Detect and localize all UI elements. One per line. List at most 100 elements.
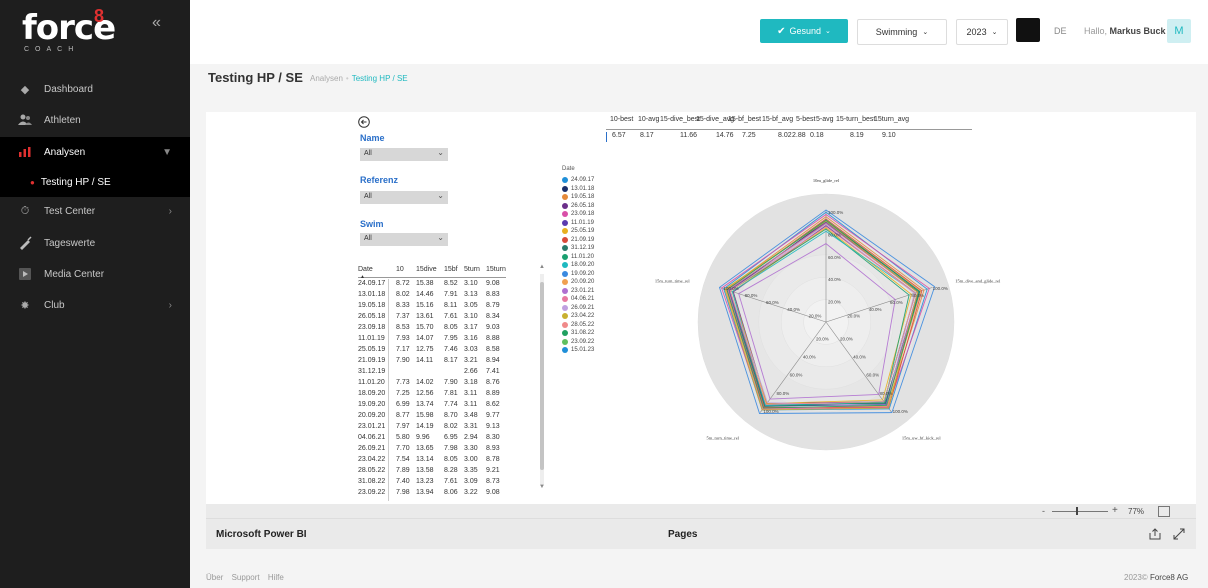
metric-header[interactable]: 15-bf_avg: [762, 116, 793, 123]
fit-to-page-icon[interactable]: [1158, 506, 1170, 517]
legend-item[interactable]: 26.09.21: [562, 304, 594, 311]
year-select[interactable]: 2023 ⌄: [956, 19, 1008, 45]
filter-swim-label: Swim: [360, 219, 384, 229]
table-header-cell[interactable]: Date: [358, 266, 373, 273]
table-cell: 14.07: [416, 335, 434, 342]
legend-item[interactable]: 21.09.19: [562, 236, 595, 243]
legend-dot-icon: [562, 202, 568, 209]
sport-select[interactable]: Swimming ⌄: [857, 19, 947, 45]
table-cell: 8.05: [444, 456, 458, 463]
legend-item[interactable]: 11.01.19: [562, 219, 594, 226]
legend-item[interactable]: 25.05.19: [562, 228, 594, 234]
sidebar-item-club[interactable]: ✸ Club ›: [0, 290, 190, 320]
avatar[interactable]: M: [1167, 19, 1191, 43]
table-cell: 13.65: [416, 445, 434, 452]
legend-item[interactable]: 31.12.19: [562, 245, 594, 251]
legend-item[interactable]: 23.04.22: [562, 313, 594, 319]
legend-label: 23.09.22: [571, 338, 595, 345]
legend-item[interactable]: 31.08.22: [562, 330, 594, 336]
table-scrollbar-thumb[interactable]: [540, 282, 544, 470]
legend-item[interactable]: 24.09.17: [562, 177, 594, 183]
gear-icon: ✸: [20, 299, 30, 312]
language-switch[interactable]: DE: [1054, 26, 1067, 36]
table-header-cell[interactable]: 5turn: [464, 266, 480, 273]
table-cell: 9.13: [486, 423, 500, 430]
table-column-divider: [388, 279, 389, 501]
table-cell: 2.66: [464, 368, 478, 375]
scroll-up-icon[interactable]: ▲: [539, 264, 545, 270]
table-row-date: 23.09.18: [358, 324, 386, 331]
legend-item[interactable]: 11.01.20: [562, 253, 594, 260]
sidebar-item-test-center[interactable]: ⏱ Test Center ›: [0, 196, 190, 226]
legend-item[interactable]: 23.01.21: [562, 287, 594, 294]
metric-header[interactable]: 15-bf_best: [728, 116, 761, 123]
legend-item[interactable]: 13.01.18: [562, 185, 594, 192]
table-header-cell[interactable]: 15bf: [444, 266, 458, 273]
fullscreen-icon[interactable]: [1172, 527, 1186, 541]
metric-header[interactable]: 15-dive_best: [660, 116, 700, 123]
pages-button[interactable]: Pages: [668, 529, 697, 540]
legend-item[interactable]: 18.09.20: [562, 262, 594, 268]
chevron-down-icon: ⌄: [825, 28, 831, 35]
table-header-cell[interactable]: 15dive: [416, 266, 437, 273]
scroll-down-icon[interactable]: ▼: [539, 484, 545, 490]
breadcrumb-parent[interactable]: Analysen: [310, 74, 343, 83]
footer-link-support[interactable]: Support: [232, 573, 260, 582]
legend-item[interactable]: 04.06.21: [562, 296, 594, 302]
back-arrow-icon[interactable]: [358, 116, 370, 128]
sidebar-item-media-center[interactable]: Media Center: [0, 259, 190, 289]
zoom-in-button[interactable]: +: [1112, 505, 1118, 516]
health-status-button[interactable]: ✔ Gesund ⌄: [760, 19, 848, 43]
legend-item[interactable]: 15.01.23: [562, 347, 594, 353]
table-cell: 15.70: [416, 324, 434, 331]
table-cell: 5.80: [396, 434, 410, 441]
force8-logo[interactable]: force 8 COACH: [22, 6, 162, 58]
metric-header[interactable]: 10-avg: [638, 116, 659, 123]
legend-item[interactable]: 28.05.22: [562, 321, 594, 328]
legend-item[interactable]: 23.09.18: [562, 211, 594, 217]
filter-swim-select[interactable]: All ⌄: [360, 233, 448, 246]
legend-item[interactable]: 19.05.18: [562, 194, 594, 200]
zoom-slider-track[interactable]: [1052, 511, 1108, 512]
legend-label: 21.09.19: [571, 236, 595, 243]
legend-dot-icon: [562, 321, 568, 328]
legend-item[interactable]: 20.09.20: [562, 279, 594, 285]
sidebar-item-tageswerte[interactable]: Tageswerte: [0, 228, 190, 258]
footer-link-hilfe[interactable]: Hilfe: [268, 573, 284, 582]
filter-name-value: All: [364, 150, 372, 157]
legend-item[interactable]: 19.09.20: [562, 270, 594, 277]
table-header-cell[interactable]: 10: [396, 266, 404, 273]
table-cell: 7.61: [444, 478, 458, 485]
metric-header[interactable]: 5-best: [796, 116, 815, 123]
sidebar-item-analysen[interactable]: Analysen ▼: [0, 137, 190, 167]
metric-header[interactable]: 10-best: [610, 116, 633, 123]
zoom-slider-thumb[interactable]: [1075, 507, 1078, 515]
table-cell: 3.13: [464, 291, 478, 298]
filter-name-select[interactable]: All ⌄: [360, 148, 448, 161]
zoom-out-button[interactable]: -: [1042, 506, 1045, 516]
filter-referenz-select[interactable]: All ⌄: [360, 191, 448, 204]
sidebar-item-athleten[interactable]: Athleten: [0, 105, 190, 135]
share-icon[interactable]: [1148, 527, 1162, 541]
sidebar-item-dashboard[interactable]: ◆ Dashboard: [0, 74, 190, 104]
table-cell: 8.70: [444, 412, 458, 419]
table-header-divider: [358, 277, 506, 278]
sidebar-item-testing-hp-se[interactable]: ● Testing HP / SE: [0, 167, 190, 197]
collapse-sidebar-button[interactable]: «: [152, 14, 161, 32]
radar-tick-label: 40.0%: [803, 355, 816, 360]
table-cell: 8.11: [444, 302, 458, 309]
footer-link-ueber[interactable]: Über: [206, 573, 223, 582]
powerbi-brand-link[interactable]: Microsoft Power BI: [216, 529, 307, 540]
legend-item[interactable]: 23.09.22: [562, 338, 595, 345]
table-cell: 7.70: [396, 445, 410, 452]
metric-header[interactable]: 5-avg: [816, 116, 834, 123]
metric-header[interactable]: 15turn_avg: [874, 116, 909, 123]
legend-dot-icon: [562, 330, 568, 336]
legend-item[interactable]: 26.05.18: [562, 202, 594, 209]
metric-header[interactable]: 15-turn_best: [836, 116, 875, 123]
page-title: Testing HP / SE: [208, 70, 303, 85]
table-cell: 8.30: [486, 434, 500, 441]
user-greeting[interactable]: Hallo, Markus Buck: [1084, 26, 1166, 36]
table-header-cell[interactable]: 15turn: [486, 266, 506, 273]
club-logo[interactable]: [1016, 18, 1040, 42]
